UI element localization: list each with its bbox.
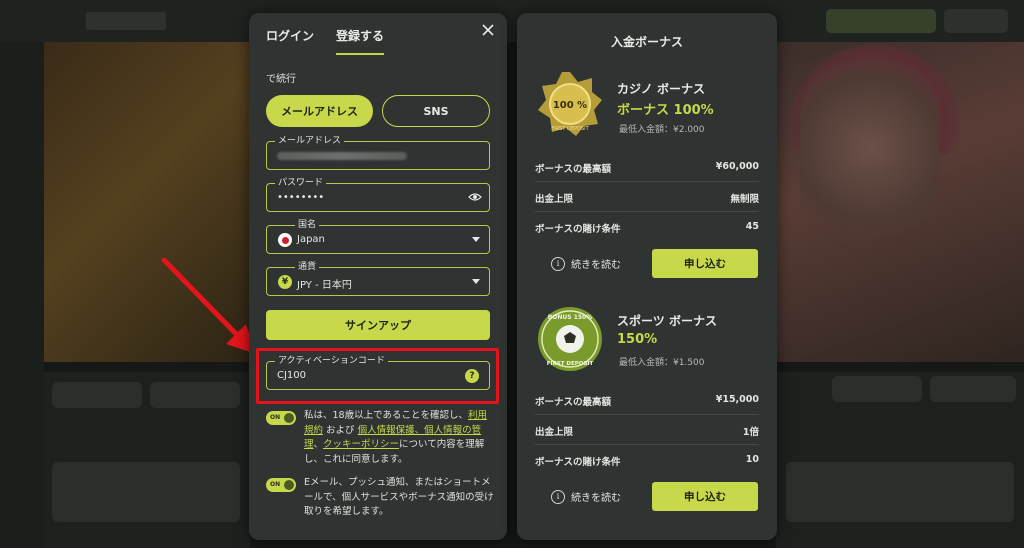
password-field-label: パスワード	[275, 177, 327, 189]
tab-login[interactable]: ログイン	[266, 27, 314, 44]
sports-stat-row: ボーナスの賭け条件 10	[535, 445, 759, 475]
stat-value: 無制限	[730, 194, 759, 205]
sports-read-more-link[interactable]: i 続きを読む	[551, 489, 621, 504]
background-character	[800, 58, 940, 258]
blurred-email-value	[277, 152, 407, 160]
stat-label: ボーナスの最高額	[535, 397, 612, 408]
continue-with-label: で続行	[266, 74, 296, 85]
currency-field-label: 通貨	[295, 261, 320, 273]
consent-text-intro: 私は、18歳以上であることを確認し、	[304, 410, 468, 421]
sports-stat-row: 出金上限 1倍	[535, 415, 759, 445]
sports-badge-top-text: BONUS 150%	[548, 314, 593, 321]
stat-value: ¥15,000	[715, 394, 759, 405]
read-more-label: 続きを読む	[571, 493, 621, 504]
sports-min-deposit: 最低入金額：¥1.500	[619, 358, 705, 368]
close-icon[interactable]	[481, 23, 495, 37]
sports-badge-bottom-text: FIRST DEPOSIT	[547, 361, 594, 367]
sports-apply-button[interactable]: 申し込む	[652, 482, 758, 511]
casino-stat-row: ボーナスの最高額 ¥60,000	[535, 152, 759, 182]
casino-bonus-percent: ボーナス 100%	[617, 103, 714, 118]
stat-value: ¥60,000	[715, 161, 759, 172]
password-value: ••••••••	[277, 192, 325, 203]
country-value: Japan	[297, 234, 325, 245]
password-field[interactable]: パスワード ••••••••	[266, 177, 490, 212]
toggle-on-label: ON	[270, 414, 281, 421]
register-dialog: ログイン 登録する で続行 メールアドレス SNS メールアドレス パスワード …	[249, 13, 507, 540]
cookie-policy-link[interactable]: クッキーポリシー	[323, 439, 399, 450]
casino-apply-button[interactable]: 申し込む	[652, 249, 758, 278]
read-more-label: 続きを読む	[571, 260, 621, 271]
marketing-consent-text: Eメール、プッシュ通知、またはショートメールで、個人サービスやボーナス通知の受け…	[304, 477, 494, 517]
currency-value: JPY - 日本円	[297, 280, 352, 291]
casino-bonus-badge-icon: 100 % FIRST DEPOSIT	[538, 72, 602, 136]
country-field-label: 国名	[295, 219, 320, 231]
stat-label: ボーナスの最高額	[535, 164, 612, 175]
auth-tabs: ログイン 登録する	[266, 27, 466, 57]
activation-code-label: アクティベーションコード	[275, 355, 388, 367]
age-terms-consent-text: 私は、18歳以上であることを確認し、利用規約 および 個人情報保護、個人情報の管…	[304, 409, 494, 467]
email-field[interactable]: メールアドレス	[266, 135, 490, 170]
background-page	[0, 0, 1024, 548]
currency-select[interactable]: 通貨 ¥ JPY - 日本円	[266, 261, 490, 296]
info-icon: i	[551, 489, 565, 504]
method-email-button[interactable]: メールアドレス	[266, 95, 373, 127]
toggle-on-label: ON	[270, 481, 281, 488]
background-tiles-right	[776, 372, 1024, 548]
red-arrow-annotation	[161, 258, 256, 354]
stat-value: 1倍	[742, 427, 759, 438]
email-field-label: メールアドレス	[275, 135, 345, 147]
casino-bonus-name: カジノ ボーナス	[617, 82, 705, 96]
sports-bonus-badge-icon: BONUS 150% FIRST DEPOSIT	[538, 307, 602, 371]
toggle-knob	[284, 413, 294, 423]
stat-label: 出金上限	[535, 427, 574, 438]
tab-register[interactable]: 登録する	[336, 27, 384, 44]
casino-badge-text: 100 %	[553, 100, 587, 111]
country-select[interactable]: 国名 Japan	[266, 219, 490, 254]
method-sns-button[interactable]: SNS	[382, 95, 490, 127]
chevron-down-icon[interactable]	[472, 237, 480, 242]
sports-bonus-percent: 150%	[617, 332, 658, 347]
stat-label: ボーナスの賭け条件	[535, 457, 621, 468]
background-logo	[86, 12, 166, 30]
casino-read-more-link[interactable]: i 続きを読む	[551, 256, 621, 271]
bonus-panel-title: 入金ボーナス	[610, 35, 683, 49]
deposit-bonus-panel: 入金ボーナス 100 % FIRST DEPOSIT カジノ ボーナス ボーナス…	[517, 13, 777, 540]
japan-flag-icon	[278, 233, 292, 247]
background-tiles-left	[44, 372, 250, 548]
age-terms-toggle[interactable]: ON	[266, 411, 296, 425]
casino-badge-subtext: FIRST DEPOSIT	[551, 126, 589, 132]
consent-text-comma: 、	[313, 439, 324, 450]
stat-label: ボーナスの賭け条件	[535, 224, 621, 235]
activation-code-value: CJ100	[277, 370, 307, 381]
casino-min-deposit: 最低入金額：¥2.000	[619, 125, 705, 135]
active-tab-indicator	[336, 53, 384, 55]
consent-text-and: および	[323, 424, 358, 436]
chevron-down-icon[interactable]	[472, 279, 480, 284]
background-sidebar	[0, 42, 44, 548]
marketing-toggle[interactable]: ON	[266, 478, 296, 492]
toggle-knob	[284, 480, 294, 490]
stat-label: 出金上限	[535, 194, 574, 205]
help-icon[interactable]: ?	[465, 369, 479, 383]
activation-code-field[interactable]: アクティベーションコード CJ100 ?	[266, 355, 490, 390]
background-header-button	[826, 9, 936, 33]
casino-stat-row: 出金上限 無制限	[535, 182, 759, 212]
casino-stat-row: ボーナスの賭け条件 45	[535, 212, 759, 242]
signup-button[interactable]: サインアップ	[266, 310, 490, 340]
stat-value: 10	[745, 454, 759, 465]
eye-icon[interactable]	[468, 191, 482, 203]
background-header-button-secondary	[944, 9, 1008, 33]
yen-icon: ¥	[278, 275, 292, 289]
stat-value: 45	[745, 221, 759, 232]
info-icon: i	[551, 256, 565, 271]
sports-stat-row: ボーナスの最高額 ¥15,000	[535, 385, 759, 415]
sports-bonus-name: スポーツ ボーナス	[617, 314, 717, 328]
